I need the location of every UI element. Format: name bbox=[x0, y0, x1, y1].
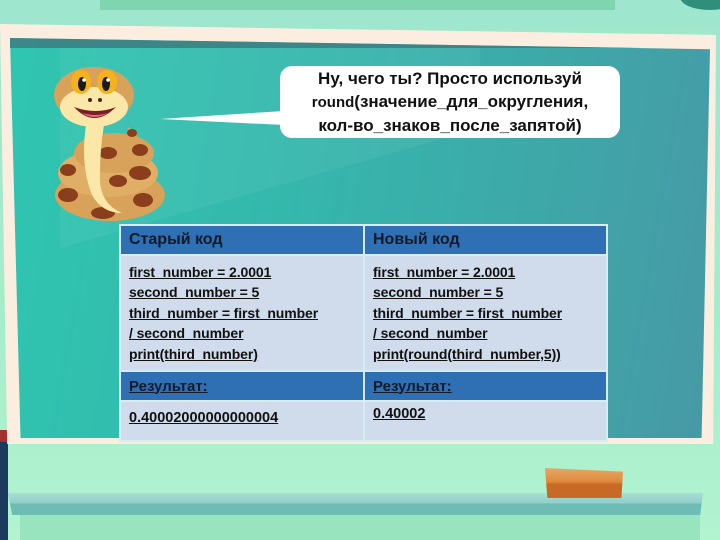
code-line: print(third_number) bbox=[129, 345, 258, 362]
result-label: Результат: bbox=[373, 377, 452, 395]
old-code-cell: first_number = 2.0001 second_number = 5 … bbox=[119, 254, 365, 372]
speech-func-name: round bbox=[311, 94, 355, 111]
table-result-header-row: Результат: Результат: bbox=[119, 370, 608, 402]
speech-bubble: Ну, чего ты? Просто используй round(знач… bbox=[280, 66, 620, 138]
result-new-cell: 0.40002 bbox=[363, 400, 608, 442]
code-line: third_number = first_number bbox=[129, 304, 319, 321]
ledge-shadow bbox=[20, 515, 700, 540]
speech-line-3: кол-во_знаков_после_запятой) bbox=[318, 116, 582, 135]
header-new-code: Новый код bbox=[363, 224, 608, 256]
code-line: second_number = 5 bbox=[129, 284, 260, 301]
result-value-old: 0.40002000000000004 bbox=[129, 410, 279, 426]
code-line: / second_number bbox=[373, 325, 488, 342]
header-old-code: Старый код bbox=[119, 224, 365, 256]
table-row-code: first_number = 2.0001 second_number = 5 … bbox=[119, 254, 608, 372]
new-code-cell: first_number = 2.0001 second_number = 5 … bbox=[363, 254, 608, 372]
eraser-icon bbox=[545, 468, 623, 498]
speech-line-1: Ну, чего ты? Просто используй bbox=[318, 69, 582, 88]
side-post bbox=[0, 442, 8, 540]
wall-decoration bbox=[100, 0, 615, 10]
code-line: third_number = first_number bbox=[373, 304, 563, 321]
speech-bubble-tail bbox=[160, 111, 284, 125]
speech-line-2: round(значение_для_округления, bbox=[312, 90, 588, 114]
code-line: print(round(third_number,5)) bbox=[373, 345, 561, 362]
speech-func-args: (значение_для_округления, bbox=[354, 92, 589, 111]
snake-mascot-icon bbox=[54, 67, 165, 221]
result-old-cell: 0.40002000000000004 bbox=[119, 400, 365, 442]
table-result-row: 0.40002000000000004 0.40002 bbox=[119, 400, 608, 442]
code-line: second_number = 5 bbox=[373, 284, 504, 301]
result-header-new: Результат: bbox=[363, 370, 608, 402]
result-header-old: Результат: bbox=[119, 370, 365, 402]
wall-decoration bbox=[680, 0, 720, 10]
code-line: / second_number bbox=[129, 325, 244, 342]
code-line: first_number = 2.0001 bbox=[373, 263, 516, 280]
code-line: first_number = 2.0001 bbox=[129, 263, 272, 280]
result-value-new: 0.40002 bbox=[373, 406, 426, 422]
code-comparison-table: Старый код Новый код first_number = 2.00… bbox=[119, 224, 608, 442]
result-label: Результат: bbox=[129, 377, 208, 395]
table-header-row: Старый код Новый код bbox=[119, 224, 608, 256]
